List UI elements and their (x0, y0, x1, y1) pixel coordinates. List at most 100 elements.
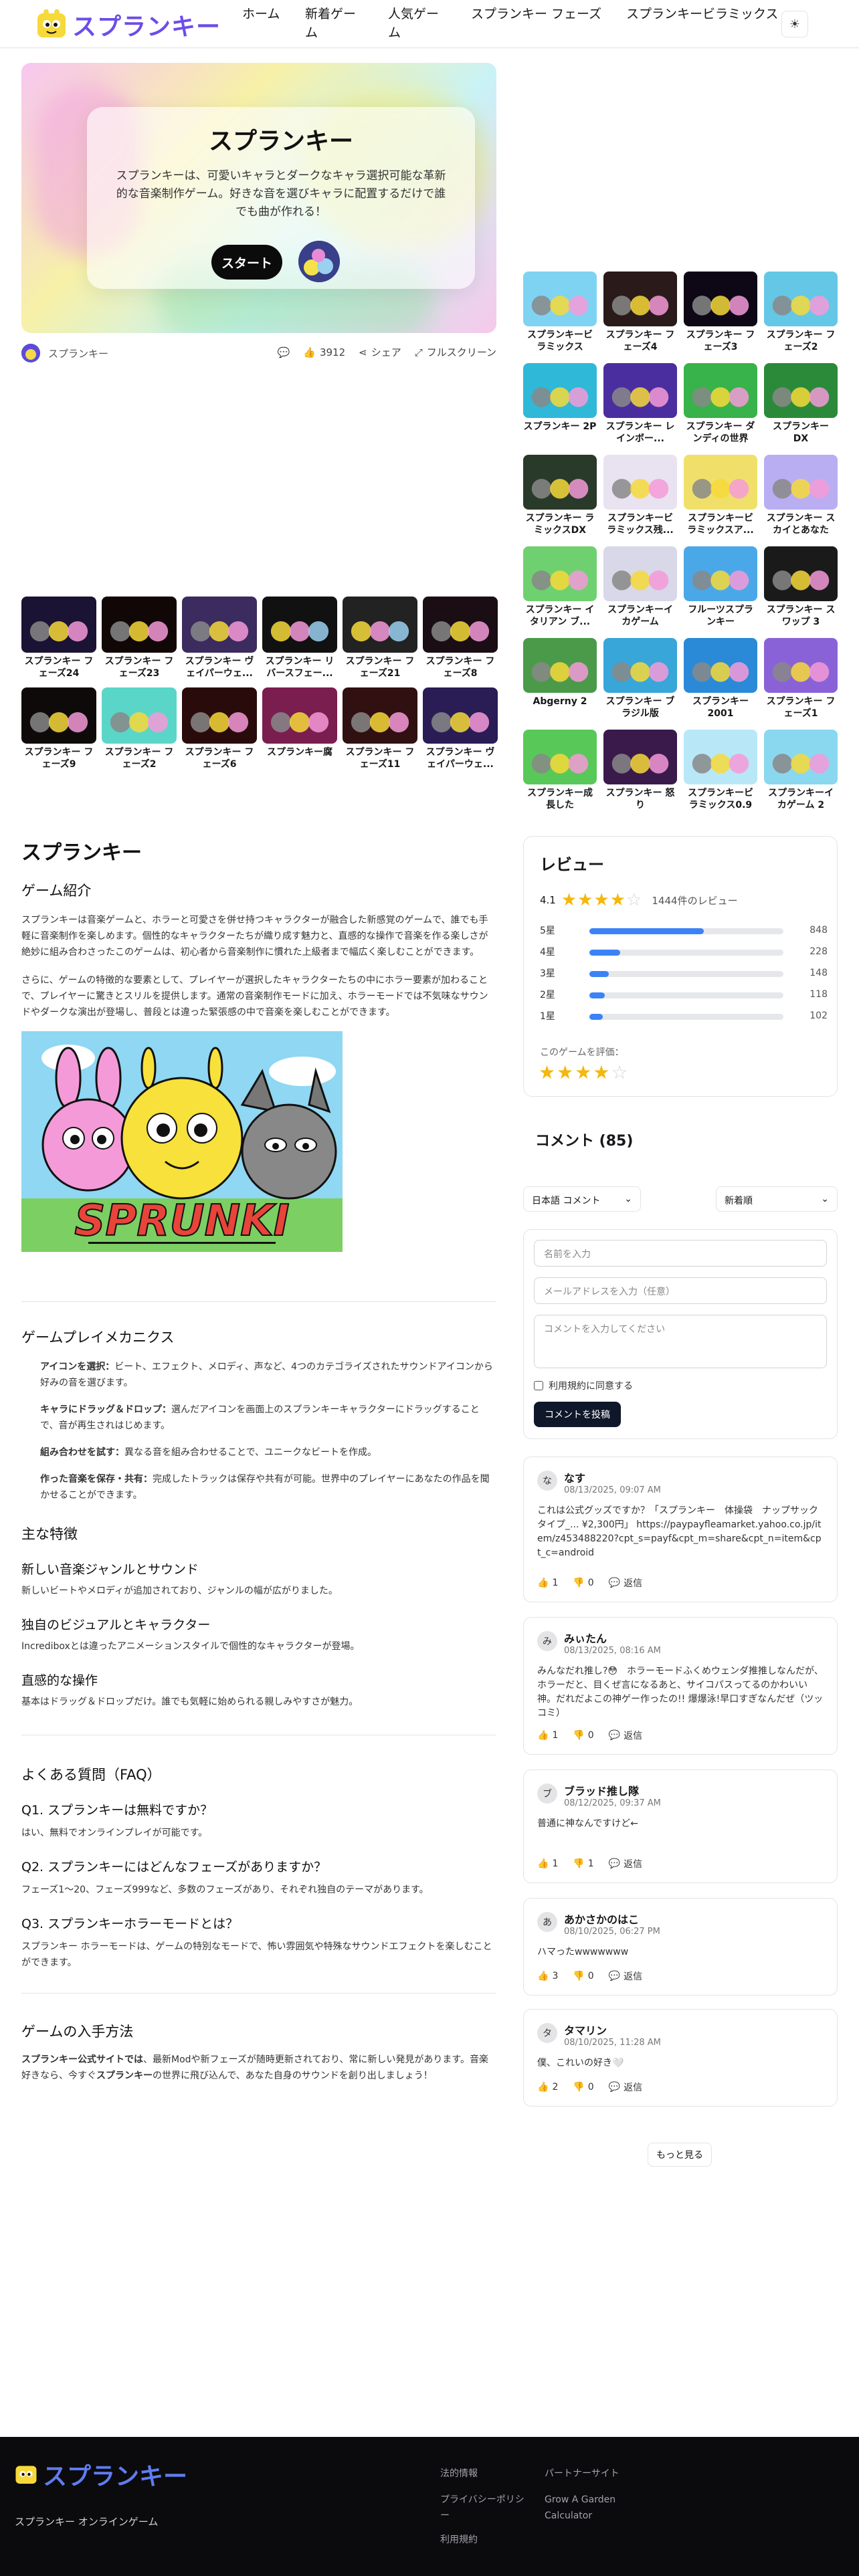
comment-reply-button[interactable]: 💬 返信 (609, 1729, 642, 1742)
comment-reply-button[interactable]: 💬 返信 (609, 1857, 642, 1870)
sidebar-game-card[interactable]: スプランキー イタリアン ブ... (523, 546, 597, 628)
comment-avatar: み (537, 1631, 557, 1651)
nav-sprunki-remix[interactable]: スプランキービラミックス (626, 5, 780, 42)
rating-bar-label: 4星 (540, 947, 555, 958)
sidebar-game-card[interactable]: スプランキー 怒り (603, 730, 677, 811)
sidebar-game-card[interactable]: フルーツスプラ ンキー (684, 546, 757, 628)
comment-like-button[interactable]: 👍 3 (537, 1969, 558, 1983)
related-game-card[interactable]: スプランキー腐 (262, 687, 337, 758)
comment-date: 08/10/2025, 06:27 PM (564, 1927, 660, 1937)
mechanics-section: ゲームプレイメカニクス アイコンを選択：ビート、エフェクト、メロディ、声など、4… (21, 1327, 496, 1514)
comment-textarea[interactable]: コメントを入力してください (534, 1315, 827, 1368)
rating-bar-fill (589, 992, 605, 998)
comment-like-button[interactable]: 👍 1 (537, 1857, 558, 1870)
related-game-card[interactable]: スプランキー ヴェイパーウェ... (182, 597, 257, 679)
related-game-card[interactable]: スプランキー フェーズ24 (21, 597, 96, 679)
sidebar-game-card[interactable]: スプランキー 2P (523, 363, 597, 433)
game-title: スプランキー フェーズ3 (686, 330, 755, 352)
sort-select[interactable]: 新着順 ⌄ (716, 1186, 838, 1212)
mechanic-title: アイコンを選択： (40, 1362, 115, 1372)
footer-logo[interactable]: スプランキー (15, 2457, 187, 2492)
related-game-card[interactable]: スプランキー フェーズ6 (182, 687, 257, 770)
sidebar-game-card[interactable]: スプランキービ ラミックス残... (603, 455, 677, 536)
howto-bold-1: スプランキー公式サイトでは (21, 2054, 143, 2065)
sidebar-game-card[interactable]: スプランキー ダンディの世界 (684, 363, 757, 445)
load-more-button[interactable]: もっと見る (648, 2143, 712, 2167)
game-title: スプランキー イタリアン ブ... (525, 605, 595, 627)
comment-like-button[interactable]: 👍 1 (537, 1576, 558, 1590)
comment-actions: 👍 1 👎 0 💬 返信 (537, 1729, 642, 1742)
nav-new-games[interactable]: 新着ゲーム (305, 5, 364, 42)
comment-reply-button[interactable]: 💬 返信 (609, 1969, 642, 1983)
features-heading: 主な特徴 (21, 1526, 78, 1542)
comment-button[interactable]: 💬 (278, 346, 290, 358)
name-input[interactable]: 名前を入力 (534, 1240, 827, 1267)
comment-like-button[interactable]: 👍 1 (537, 1729, 558, 1742)
nav-home[interactable]: ホーム (242, 5, 281, 42)
cover-image-title: SPRUNKI (74, 1196, 289, 1246)
terms-checkbox[interactable] (534, 1381, 543, 1390)
sidebar-game-card[interactable]: スプランキー ブラジル版 (603, 638, 677, 720)
sidebar-game-card[interactable]: スプランキー フェーズ3 (684, 272, 757, 353)
sidebar-game-card[interactable]: スプランキーイ カゲーム 2 (764, 730, 838, 811)
comment-dislike-button[interactable]: 👎 0 (573, 2080, 593, 2094)
sidebar-game-card[interactable]: スプランキー ラミックスDX (523, 455, 597, 536)
theme-toggle-button[interactable]: ☀ (781, 11, 808, 37)
language-select[interactable]: 日本語 コメント ⌄ (523, 1186, 641, 1212)
comment-dislike-button[interactable]: 👎 1 (573, 1857, 593, 1870)
feature-text: Incrediboxとは違ったアニメーションスタイルで個性的なキャラクターが登場… (21, 1641, 360, 1652)
fullscreen-label: フルスクリーン (426, 346, 496, 358)
sidebar-game-card[interactable]: スプランキー フェーズ2 (764, 272, 838, 353)
email-input[interactable]: メールアドレスを入力（任意） (534, 1277, 827, 1304)
nav-sprunki-phase[interactable]: スプランキー フェーズ (471, 5, 602, 42)
partner-link[interactable]: Grow A Garden Calculator (545, 2492, 618, 2524)
sidebar-game-card[interactable]: スプランキー成 長した (523, 730, 597, 811)
comment-dislike-button[interactable]: 👎 0 (573, 1969, 593, 1983)
privacy-policy-link[interactable]: プライバシーポリシー (440, 2492, 527, 2524)
like-button[interactable]: 👍 3912 (303, 346, 345, 358)
related-game-card[interactable]: スプランキー リバースフェー... (262, 597, 337, 679)
fullscreen-button[interactable]: ⤢ フルスクリーン (415, 345, 496, 359)
sidebar-game-card[interactable]: スプランキーイ カゲーム (603, 546, 677, 628)
comment-reply-button[interactable]: 💬 返信 (609, 1576, 642, 1590)
related-game-card[interactable]: スプランキー フェーズ9 (21, 687, 96, 770)
rate-stars[interactable]: ★★★★☆ (539, 1061, 630, 1083)
faq-question: Q3. スプランキーホラーモードとは？ (21, 1917, 239, 1931)
related-game-card[interactable]: スプランキー フェーズ21 (343, 597, 417, 679)
share-button[interactable]: ⋖ シェア (359, 345, 401, 359)
sidebar-game-card[interactable]: スプランキー フェーズ4 (603, 272, 677, 353)
site-logo[interactable]: スプランキー (36, 7, 221, 42)
start-button[interactable]: スタート (211, 245, 282, 280)
comment-reply-button[interactable]: 💬 返信 (609, 2080, 642, 2094)
sidebar-game-card[interactable]: スプランキービ ラミックス (523, 272, 597, 353)
related-game-card[interactable]: スプランキー フェーズ8 (423, 597, 498, 679)
game-thumbnail (603, 455, 677, 510)
comment-card: ああかさかのはこ 08/10/2025, 06:27 PM ハマったwwwwwww 👍… (523, 1898, 838, 1996)
sidebar-game-card[interactable]: スプランキー レインボー... (603, 363, 677, 445)
sidebar-game-card[interactable]: スプランキー DX (764, 363, 838, 445)
related-game-card[interactable]: スプランキー ヴェイパーウェ... (423, 687, 498, 770)
sidebar-game-card[interactable]: スプランキービ ラミックス0.9 (684, 730, 757, 811)
submit-comment-button[interactable]: コメントを投稿 (534, 1402, 621, 1427)
howto-heading: ゲームの入手方法 (21, 2024, 134, 2040)
sidebar-game-card[interactable]: スプランキー スワップ 3 (764, 546, 838, 628)
sidebar-game-card[interactable]: スプランキー スカイとあなた (764, 455, 838, 536)
sidebar-game-card[interactable]: スプランキー フェーズ1 (764, 638, 838, 720)
comment-like-button[interactable]: 👍 2 (537, 2080, 558, 2094)
game-title: スプランキー フェーズ8 (425, 656, 495, 679)
sidebar-game-card[interactable]: スプランキー 2001 (684, 638, 757, 720)
terms-link[interactable]: 利用規約 (440, 2532, 478, 2548)
game-thumbnail (684, 730, 757, 784)
nav-popular-games[interactable]: 人気ゲーム (388, 5, 447, 42)
sidebar-game-card[interactable]: Abgerny 2 (523, 638, 597, 708)
related-game-card[interactable]: スプランキー フェーズ2 (102, 687, 177, 770)
game-thumbnail (523, 730, 597, 784)
faq-question: Q1. スプランキーは無料ですか？ (21, 1803, 213, 1818)
comment-dislike-button[interactable]: 👎 0 (573, 1729, 593, 1742)
related-game-card[interactable]: スプランキー フェーズ11 (343, 687, 417, 770)
comment-like-count: 1 (552, 1578, 559, 1588)
comment-dislike-button[interactable]: 👎 0 (573, 1576, 593, 1590)
comment-author: タマリン (564, 2024, 607, 2037)
related-game-card[interactable]: スプランキー フェーズ23 (102, 597, 177, 679)
sidebar-game-card[interactable]: スプランキービ ラミックスア... (684, 455, 757, 536)
